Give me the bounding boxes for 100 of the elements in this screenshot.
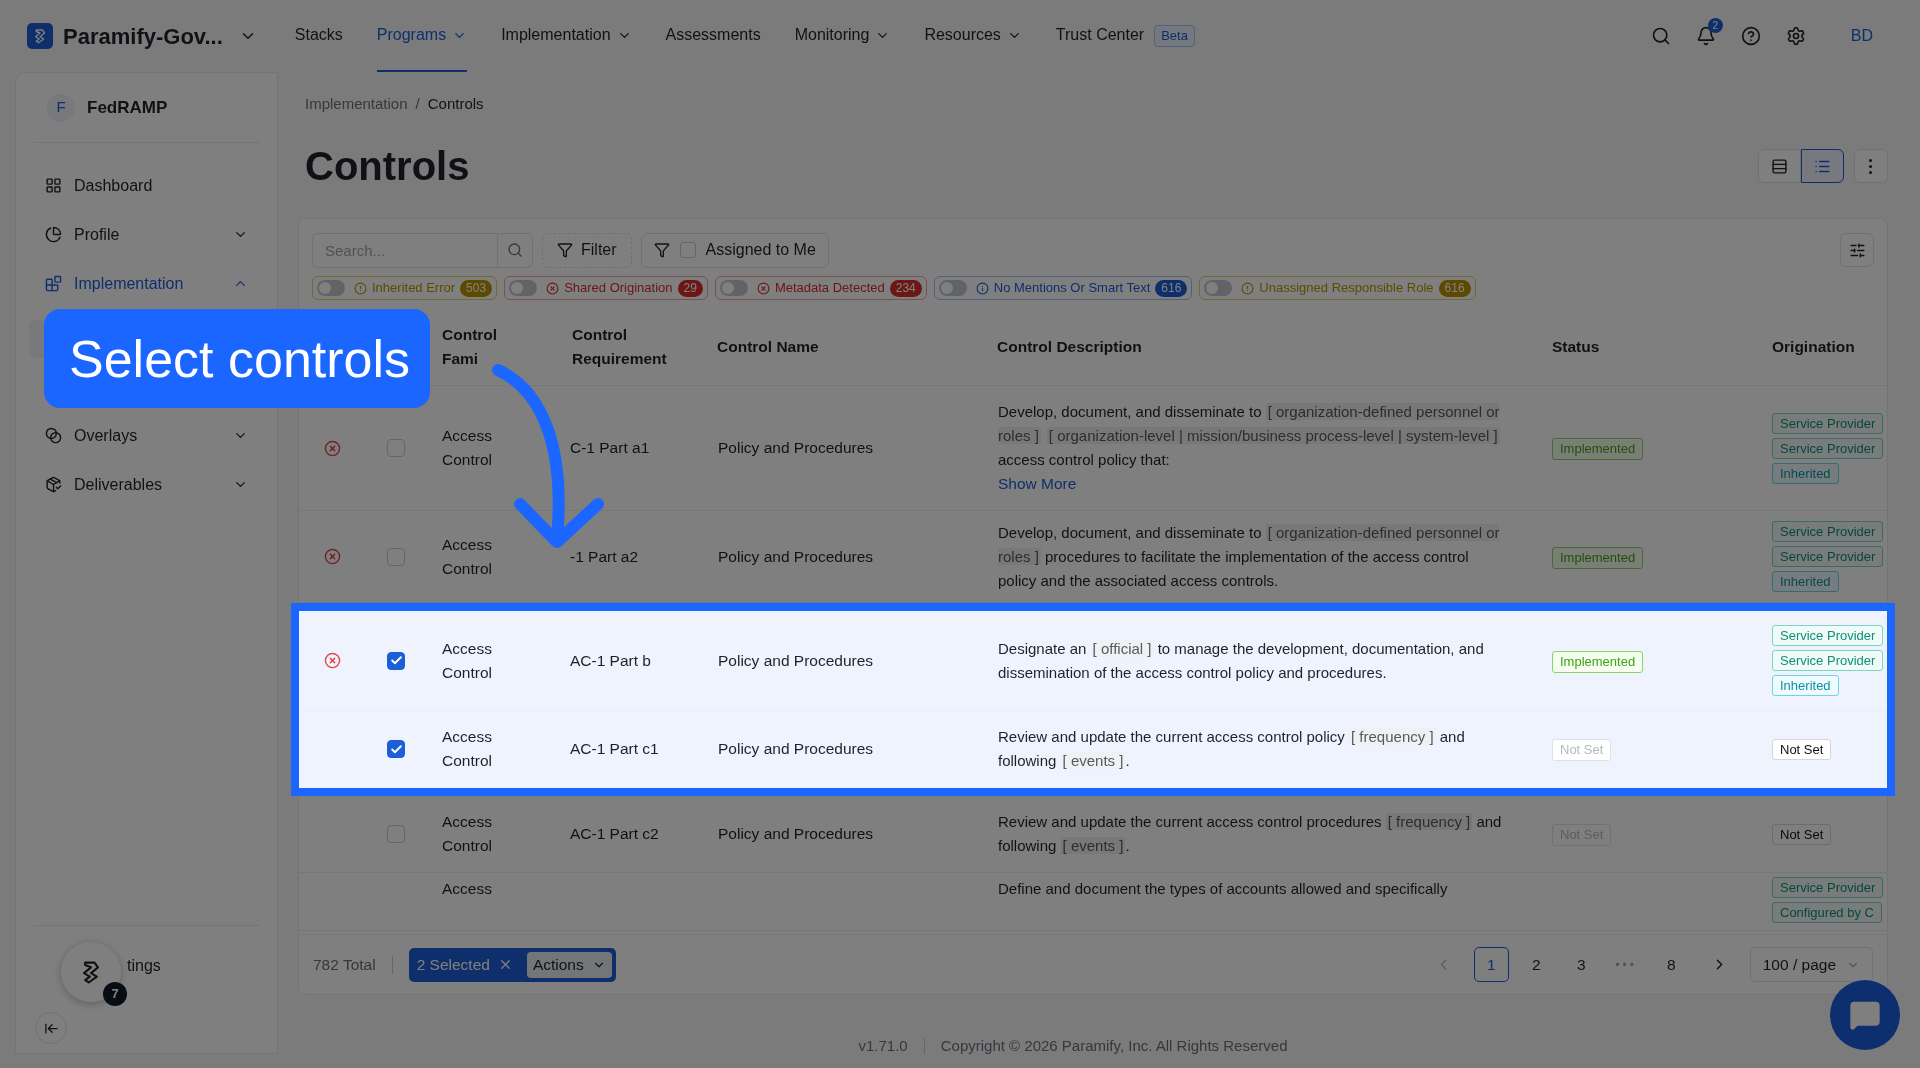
assigned-label: Assigned to Me bbox=[705, 240, 816, 260]
origination-tag: Service Provider bbox=[1772, 650, 1884, 671]
program-switcher[interactable]: Paramify-Gov... bbox=[63, 19, 223, 53]
program-name: FedRAMP bbox=[87, 96, 168, 119]
more-icon bbox=[1869, 158, 1873, 174]
control-description: Develop, document, and disseminate to [ organization-defined personnel or roles ] [ organization-level | mission/business process-level | system-level ] access control policy that: bbox=[998, 402, 1501, 470]
chip-label: Unassigned Responsible Role bbox=[1259, 279, 1434, 298]
toggle-switch[interactable] bbox=[1204, 280, 1233, 296]
warning-icon bbox=[1241, 281, 1255, 295]
table-cell-text: Access Control bbox=[442, 638, 493, 683]
toggle-switch[interactable] bbox=[509, 280, 538, 296]
error-icon bbox=[756, 281, 770, 295]
status-tag: Not Set bbox=[1552, 739, 1612, 761]
table-row[interactable] bbox=[299, 611, 1887, 711]
table-icon bbox=[1771, 157, 1788, 175]
search-icon bbox=[507, 242, 523, 258]
sidebar-item[interactable]: Overlays bbox=[33, 411, 260, 460]
assigned-filter[interactable]: Assigned to Me bbox=[640, 232, 829, 268]
page-button[interactable]: 2 bbox=[1518, 947, 1554, 982]
search-button[interactable] bbox=[498, 232, 533, 268]
nav-tab[interactable]: Resources bbox=[924, 0, 1022, 72]
table-cell: AC-1 Part c1 bbox=[570, 740, 659, 758]
count-badge: 616 bbox=[1438, 279, 1471, 297]
collapse-button[interactable] bbox=[35, 1012, 67, 1044]
package-check-icon bbox=[45, 476, 62, 493]
nav-tab[interactable]: Assessments bbox=[665, 0, 761, 72]
table-cell-text: Access Control bbox=[442, 727, 493, 771]
check-icon bbox=[389, 654, 403, 667]
copyright-text: Copyright © 2026 Paramify, Inc. All Rights Reserved bbox=[940, 1036, 1288, 1056]
toggle-switch[interactable] bbox=[719, 280, 748, 296]
column-header[interactable]: Control Description bbox=[997, 334, 1520, 359]
origination-tag: Service Provider bbox=[1772, 877, 1884, 898]
control-description: Define and document the types of accounts allowed and specifically bbox=[998, 879, 1448, 899]
program-avatar: F bbox=[47, 93, 75, 122]
table-cell: Policy and Procedures bbox=[718, 439, 874, 457]
quick-filter-chip[interactable]: Metadata Detected 234 bbox=[714, 276, 927, 300]
column-header[interactable]: Origination bbox=[1772, 334, 1871, 359]
nav-tab[interactable]: Stacks bbox=[294, 0, 343, 72]
app-logo[interactable] bbox=[27, 23, 53, 49]
quick-filter-chip[interactable]: No Mentions Or Smart Text 616 bbox=[933, 276, 1193, 300]
page-button[interactable]: 3 bbox=[1563, 947, 1599, 982]
column-settings-button[interactable] bbox=[1840, 233, 1874, 267]
page-button[interactable]: 1 bbox=[1473, 947, 1509, 982]
user-avatar[interactable]: BD bbox=[1850, 24, 1873, 48]
sidebar-item[interactable]: Implementation bbox=[33, 259, 260, 308]
assistant-button[interactable] bbox=[61, 942, 121, 1002]
tour-callout: Select controls bbox=[44, 309, 430, 408]
table-cell: Policy and Procedures bbox=[718, 825, 874, 843]
settings-icon[interactable] bbox=[1785, 26, 1806, 46]
filter-button[interactable]: Filter bbox=[542, 232, 632, 268]
info-icon bbox=[975, 281, 989, 295]
count-badge: 29 bbox=[677, 279, 703, 297]
status-tag: Implemented bbox=[1552, 438, 1644, 460]
show-more-link[interactable]: Show More bbox=[998, 472, 1077, 496]
sidebar-item[interactable]: Deliverables bbox=[33, 460, 260, 509]
sidebar-item[interactable]: Dashboard bbox=[33, 161, 260, 210]
actions-dropdown[interactable]: Actions bbox=[526, 951, 612, 978]
sidebar-item[interactable]: tings bbox=[127, 954, 161, 978]
nav-tab[interactable]: Monitoring bbox=[794, 0, 891, 72]
nav-tab[interactable]: Programs bbox=[376, 0, 468, 72]
table-cell: -1 Part a2 bbox=[570, 547, 639, 565]
page-button[interactable]: 8 bbox=[1653, 947, 1689, 982]
origination-tag: Inherited bbox=[1772, 462, 1839, 484]
page-title: Controls bbox=[305, 143, 470, 190]
table-cell: AC-1 Part c2 bbox=[570, 825, 659, 843]
assigned-checkbox[interactable] bbox=[679, 242, 696, 258]
list-view-button[interactable] bbox=[1801, 149, 1844, 183]
more-button[interactable] bbox=[1854, 149, 1888, 183]
selected-count: 2 Selected bbox=[416, 954, 490, 975]
sliders-icon bbox=[1848, 241, 1866, 259]
count-badge: 503 bbox=[460, 279, 493, 297]
quick-filter-chip[interactable]: Shared Origination 29 bbox=[504, 276, 708, 300]
nav-tab[interactable]: Implementation bbox=[501, 0, 632, 72]
column-header[interactable]: Control Name bbox=[717, 334, 965, 359]
origination-tag: Inherited bbox=[1772, 675, 1839, 696]
breadcrumb-current: Controls bbox=[427, 93, 484, 114]
funnel-icon bbox=[653, 242, 670, 258]
table-row[interactable]: Access Control AC-1 Part c1 Policy and Procedures Review and update the current access control policy [ frequency ] and following [ events ]. Not Set Not Set bbox=[299, 711, 1887, 788]
sidebar-item[interactable]: Profile bbox=[33, 210, 260, 259]
row-checkbox[interactable] bbox=[387, 740, 405, 758]
breadcrumb-link[interactable]: Implementation bbox=[305, 92, 408, 116]
column-header[interactable]: Control Fami bbox=[442, 322, 512, 371]
table-cell-text: Access bbox=[442, 879, 493, 899]
origination-tag: Service Provider bbox=[1772, 625, 1884, 646]
column-header[interactable]: Status bbox=[1552, 334, 1742, 359]
origination-tag: Not Set bbox=[1772, 823, 1832, 845]
origination-tag: Service Provider bbox=[1772, 412, 1884, 434]
search-icon[interactable] bbox=[1650, 26, 1671, 46]
help-icon[interactable] bbox=[1740, 26, 1761, 46]
column-header[interactable]: Control Requirement bbox=[572, 322, 682, 371]
table-cell: Policy and Procedures bbox=[718, 547, 874, 565]
nav-tab[interactable]: Trust Center bbox=[1055, 0, 1145, 72]
chip-label: Inherited Error bbox=[372, 279, 456, 298]
filter-icon bbox=[557, 242, 573, 258]
toggle-switch[interactable] bbox=[938, 280, 967, 296]
table-view-button[interactable] bbox=[1758, 149, 1801, 183]
row-checkbox[interactable] bbox=[387, 651, 405, 670]
chat-icon bbox=[1849, 999, 1881, 1031]
toggle-switch[interactable] bbox=[317, 280, 345, 296]
beta-badge: Beta bbox=[1154, 25, 1195, 47]
